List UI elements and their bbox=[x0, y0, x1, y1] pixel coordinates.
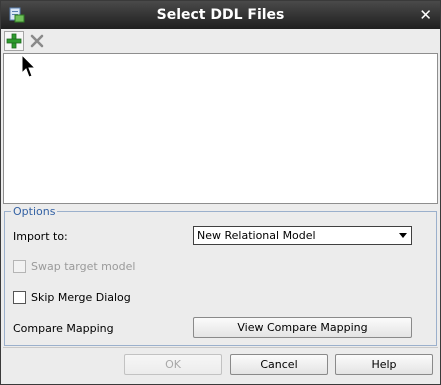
toolbar bbox=[3, 30, 439, 52]
delete-icon bbox=[30, 34, 44, 48]
title-bar[interactable]: Select DDL Files ✕ bbox=[1, 1, 440, 29]
ok-button[interactable]: OK bbox=[124, 354, 222, 375]
chevron-down-icon bbox=[399, 233, 407, 238]
help-button[interactable]: Help bbox=[335, 354, 433, 375]
skip-merge-dialog-checkbox[interactable] bbox=[13, 291, 26, 304]
import-to-value: New Relational Model bbox=[197, 229, 316, 242]
ddl-file-list[interactable] bbox=[3, 53, 438, 204]
skip-merge-dialog-label: Skip Merge Dialog bbox=[31, 291, 131, 304]
divider bbox=[3, 347, 438, 348]
plus-icon bbox=[6, 33, 22, 49]
cancel-button[interactable]: Cancel bbox=[230, 354, 328, 375]
compare-mapping-label: Compare Mapping bbox=[13, 322, 114, 335]
import-to-select[interactable]: New Relational Model bbox=[193, 226, 412, 245]
select-ddl-files-dialog: Select DDL Files ✕ Options Import to: Ne… bbox=[0, 0, 441, 385]
add-file-button[interactable] bbox=[4, 31, 24, 51]
swap-target-model-checkbox[interactable] bbox=[13, 260, 26, 273]
view-compare-mapping-button[interactable]: View Compare Mapping bbox=[193, 317, 412, 338]
dialog-title: Select DDL Files bbox=[156, 7, 285, 23]
swap-target-model-label: Swap target model bbox=[31, 260, 136, 273]
mouse-cursor-icon bbox=[21, 54, 37, 78]
options-legend: Options bbox=[11, 205, 58, 218]
import-to-label: Import to: bbox=[13, 230, 68, 243]
close-icon[interactable]: ✕ bbox=[419, 6, 432, 24]
remove-file-button[interactable] bbox=[27, 31, 47, 51]
